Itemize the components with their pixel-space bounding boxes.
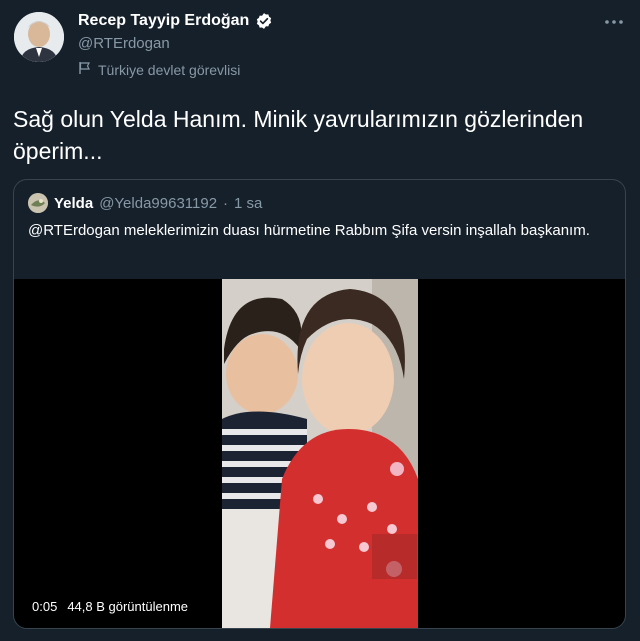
quoted-tweet-text: @RTErdogan meleklerimizin duası hürmetin…	[28, 222, 590, 239]
author-avatar[interactable]	[14, 12, 64, 62]
author-display-name[interactable]: Recep Tayyip Erdoğan	[78, 12, 249, 30]
tweet: Recep Tayyip Erdoğan @RTErdogan Türkiye …	[0, 0, 640, 641]
quoted-author-avatar[interactable]	[28, 193, 48, 213]
video-meta: 0:05 44,8 B görüntülenme	[32, 599, 188, 614]
verified-badge-icon	[255, 12, 273, 30]
author-handle[interactable]: @RTErdogan	[78, 35, 170, 52]
quoted-tweet-header: Yelda @Yelda99631192 · 1 sa	[28, 193, 262, 213]
flag-icon	[78, 61, 92, 78]
tweet-text: Sağ olun Yelda Hanım. Minik yavrularımız…	[13, 106, 584, 164]
quoted-tweet[interactable]: Yelda @Yelda99631192 · 1 sa @RTErdogan m…	[13, 179, 626, 629]
author-avatar-image	[14, 12, 64, 62]
quoted-timestamp[interactable]: 1 sa	[234, 195, 262, 212]
more-icon[interactable]	[600, 8, 628, 36]
video-elapsed: 0:05	[32, 599, 58, 614]
video-thumbnail	[222, 279, 418, 628]
video-views: 44,8 B görüntülenme	[67, 599, 189, 614]
quoted-author-handle[interactable]: @Yelda99631192	[99, 195, 217, 212]
author-label: Türkiye devlet görevlisi	[78, 61, 240, 78]
quoted-separator: ·	[223, 194, 229, 212]
author-label-text: Türkiye devlet görevlisi	[98, 61, 241, 78]
quoted-author-name[interactable]: Yelda	[54, 195, 93, 212]
author-name-row[interactable]: Recep Tayyip Erdoğan	[78, 12, 273, 30]
quoted-video[interactable]: 0:05 44,8 B görüntülenme	[14, 279, 625, 628]
